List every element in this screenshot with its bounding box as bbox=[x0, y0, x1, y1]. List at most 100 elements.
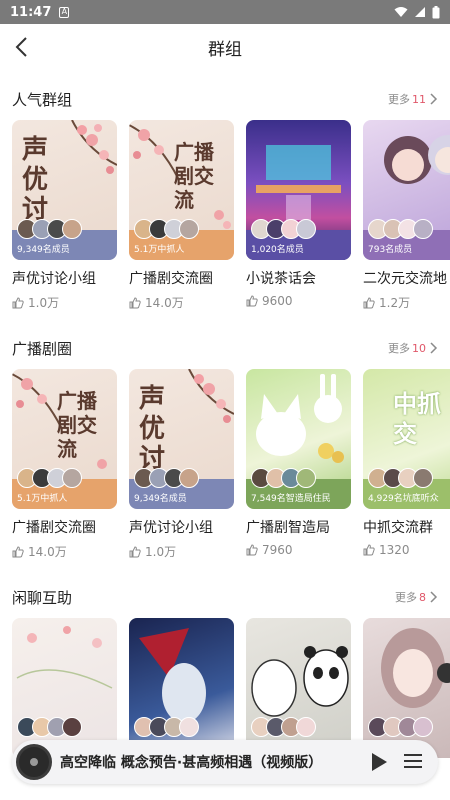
more-label: 更多 bbox=[395, 591, 417, 604]
likes: 9600 bbox=[246, 294, 351, 308]
more-label: 更多 bbox=[388, 93, 410, 106]
thumbs-up-icon bbox=[363, 296, 375, 308]
member-count: 793名成员 bbox=[368, 245, 413, 255]
wifi-icon bbox=[394, 7, 408, 17]
member-avatars bbox=[17, 717, 82, 737]
likes-count: 1.0万 bbox=[145, 545, 177, 559]
thumbs-up-icon bbox=[12, 296, 24, 308]
chevron-right-icon bbox=[430, 591, 438, 603]
member-avatars bbox=[368, 219, 433, 239]
status-bar: 11:47 A bbox=[0, 0, 450, 24]
album-disc[interactable] bbox=[16, 744, 52, 780]
more-count: 8 bbox=[419, 590, 426, 604]
more-link-popular[interactable]: 更多 11 bbox=[388, 91, 438, 107]
group-card[interactable] bbox=[363, 618, 450, 758]
likes-count: 14.0万 bbox=[28, 545, 67, 559]
group-name: 二次元交流地 bbox=[363, 271, 447, 287]
more-count: 10 bbox=[412, 341, 426, 355]
group-name: 声优讨论小组 bbox=[12, 271, 96, 287]
section-title-radio-drama: 广播剧圈 bbox=[12, 340, 73, 358]
likes: 1.0万 bbox=[129, 543, 234, 560]
likes-count: 1320 bbox=[379, 543, 410, 557]
signal-icon bbox=[415, 7, 425, 17]
member-avatars bbox=[251, 219, 316, 239]
member-count: 5.1万中抓人 bbox=[17, 494, 68, 504]
group-card[interactable] bbox=[129, 618, 234, 758]
member-count: 7,549名智造局住民 bbox=[251, 494, 331, 504]
more-link-chat[interactable]: 更多 8 bbox=[395, 589, 438, 605]
girl-art bbox=[381, 628, 450, 708]
group-cover: 广播剧交流 5.1万中抓人 bbox=[12, 369, 117, 509]
chevron-right-icon bbox=[430, 342, 438, 354]
page-title: 群组 bbox=[208, 39, 242, 60]
group-cover bbox=[12, 618, 117, 758]
section-title-popular: 人气群组 bbox=[12, 91, 73, 109]
cover-calligraphy: 声优讨 bbox=[22, 135, 49, 225]
more-link-radio-drama[interactable]: 更多 10 bbox=[388, 340, 438, 356]
group-name: 广播剧交流圈 bbox=[12, 520, 96, 536]
mini-player[interactable]: 高空降临 概念预告·甚高频相遇（视频版） bbox=[12, 740, 438, 784]
group-card[interactable]: 广播剧交流 5.1万中抓人 广播剧交流圈 14.0万 bbox=[12, 369, 117, 560]
member-avatars bbox=[134, 717, 199, 737]
likes: 1.2万 bbox=[363, 294, 450, 311]
bears-art bbox=[251, 646, 349, 717]
status-time: 11:47 bbox=[10, 4, 52, 20]
group-cover: 1,020名成员 bbox=[246, 120, 351, 260]
play-icon[interactable] bbox=[370, 752, 388, 772]
likes: 7960 bbox=[246, 543, 351, 557]
member-avatars bbox=[134, 468, 199, 488]
likes: 14.0万 bbox=[129, 294, 234, 311]
group-card[interactable]: 广播剧交流 5.1万中抓人 广播剧交流圈 14.0万 bbox=[129, 120, 234, 311]
group-cover: 793名成员 bbox=[363, 120, 450, 260]
group-card[interactable]: 中抓交 4,929名坑底听众 中抓交流群 1320 bbox=[363, 369, 450, 560]
thumbs-up-icon bbox=[12, 545, 24, 557]
section-title-chat: 闲聊互助 bbox=[12, 589, 73, 607]
likes-count: 14.0万 bbox=[145, 296, 184, 310]
more-label: 更多 bbox=[388, 342, 410, 355]
cover-calligraphy: 广播剧交流 bbox=[57, 389, 97, 461]
member-count: 9,349名成员 bbox=[134, 494, 187, 504]
group-cover: 中抓交 4,929名坑底听众 bbox=[363, 369, 450, 509]
group-card[interactable]: 声优讨 9,349名成员 声优讨论小组 1.0万 bbox=[129, 369, 234, 560]
thumbs-up-icon bbox=[246, 295, 258, 307]
likes-count: 1.0万 bbox=[28, 296, 60, 310]
group-card[interactable]: 7,549名智造局住民 广播剧智造局 7960 bbox=[246, 369, 351, 560]
likes: 1320 bbox=[363, 543, 450, 557]
battery-icon bbox=[432, 5, 440, 18]
group-cover bbox=[363, 618, 450, 758]
group-name: 小说茶话会 bbox=[246, 271, 316, 287]
cover-calligraphy: 广播剧交流 bbox=[174, 140, 214, 212]
likes-count: 1.2万 bbox=[379, 296, 411, 310]
back-arrow-icon[interactable] bbox=[10, 34, 36, 60]
member-avatars bbox=[17, 219, 82, 239]
cats-art bbox=[256, 374, 344, 463]
more-count: 11 bbox=[412, 92, 426, 106]
member-count: 9,349名成员 bbox=[17, 245, 70, 255]
cover-calligraphy: 中抓交 bbox=[393, 389, 441, 448]
group-card[interactable]: 1,020名成员 小说茶话会 9600 bbox=[246, 120, 351, 311]
group-name: 中抓交流群 bbox=[363, 520, 433, 536]
likes-count: 9600 bbox=[262, 294, 293, 308]
floral-art bbox=[16, 626, 113, 689]
member-avatars bbox=[251, 468, 316, 488]
group-card[interactable] bbox=[12, 618, 117, 758]
member-avatars bbox=[17, 468, 82, 488]
sim-icon: A bbox=[59, 6, 70, 18]
figure-art bbox=[139, 628, 206, 723]
group-card[interactable] bbox=[246, 618, 351, 758]
member-count: 5.1万中抓人 bbox=[134, 245, 185, 255]
group-name: 广播剧交流圈 bbox=[129, 271, 213, 287]
member-avatars bbox=[134, 219, 199, 239]
group-name: 声优讨论小组 bbox=[129, 520, 213, 536]
group-cover: 声优讨 9,349名成员 bbox=[12, 120, 117, 260]
group-cover: 广播剧交流 5.1万中抓人 bbox=[129, 120, 234, 260]
chevron-right-icon bbox=[430, 93, 438, 105]
group-card[interactable]: 793名成员 二次元交流地 1.2万 bbox=[363, 120, 450, 311]
cover-calligraphy: 声优讨 bbox=[139, 384, 166, 474]
group-cover bbox=[246, 618, 351, 758]
top-bar: 群组 bbox=[0, 24, 450, 70]
group-cover: 声优讨 9,349名成员 bbox=[129, 369, 234, 509]
playlist-icon[interactable] bbox=[404, 752, 422, 770]
group-cover bbox=[129, 618, 234, 758]
group-card[interactable]: 声优讨 9,349名成员 声优讨论小组 1.0万 bbox=[12, 120, 117, 311]
